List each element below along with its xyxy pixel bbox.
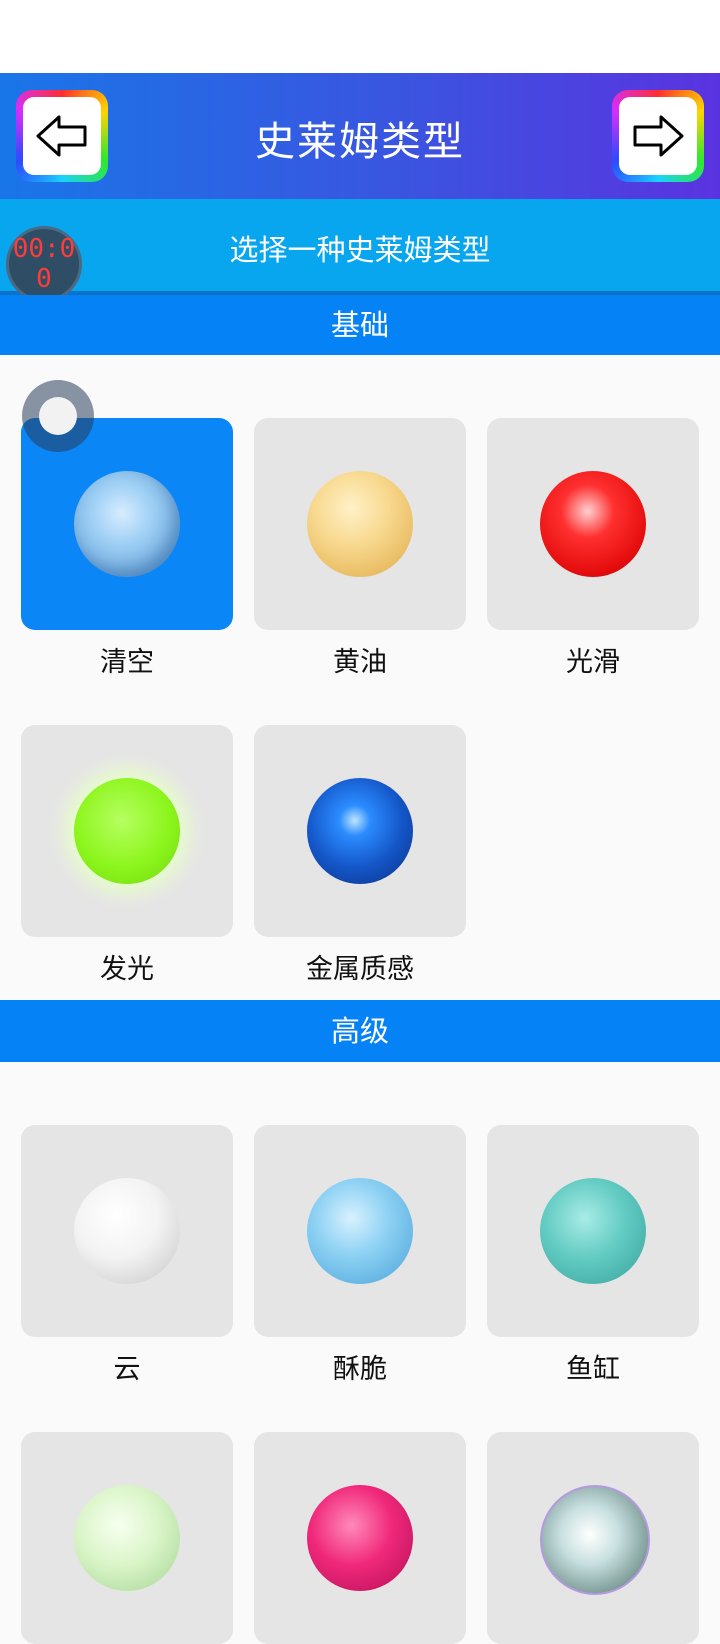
slime-ball-glow	[74, 778, 180, 884]
slime-label-metallic: 金属质感	[306, 954, 414, 985]
slime-ball-clear	[74, 471, 180, 577]
slime-ball-cloud	[74, 1178, 180, 1284]
timer-badge: 00:00	[6, 226, 82, 302]
page-title: 史莱姆类型	[255, 119, 465, 165]
slime-ball-glossy	[540, 471, 646, 577]
slime-type-crunchy[interactable]	[254, 1125, 466, 1337]
slime-type-glow[interactable]	[21, 725, 233, 937]
slime-ball-fishbowl	[540, 1178, 646, 1284]
forward-button[interactable]	[612, 90, 704, 182]
slime-type-fishbowl[interactable]	[487, 1125, 699, 1337]
section-header-basic: 基础	[0, 295, 720, 355]
slime-label-glow: 发光	[100, 954, 154, 985]
slime-label-glossy: 光滑	[566, 647, 620, 678]
status-bar	[0, 0, 720, 73]
slime-type-advanced-6[interactable]	[487, 1432, 699, 1644]
slime-label-fishbowl: 鱼缸	[566, 1354, 620, 1385]
instruction-text: 选择一种史莱姆类型	[229, 233, 491, 267]
section-header-advanced: 高级	[0, 1000, 720, 1062]
slime-ball-advanced-5	[307, 1485, 413, 1591]
arrow-left-icon	[36, 115, 87, 157]
arrow-right-icon	[633, 115, 684, 157]
slime-type-metallic[interactable]	[254, 725, 466, 937]
slime-type-cloud[interactable]	[21, 1125, 233, 1337]
slime-label-cloud: 云	[113, 1354, 141, 1385]
slime-label-crunchy: 酥脆	[333, 1354, 387, 1385]
instruction-bar: 选择一种史莱姆类型	[0, 199, 720, 297]
slime-type-advanced-4[interactable]	[21, 1432, 233, 1644]
slime-label-butter: 黄油	[333, 647, 387, 678]
slime-ball-butter	[307, 471, 413, 577]
slime-ball-metallic	[307, 778, 413, 884]
slime-type-glossy[interactable]	[487, 418, 699, 630]
header: 史莱姆类型	[0, 73, 720, 199]
slime-ball-crunchy	[307, 1178, 413, 1284]
slime-type-advanced-5[interactable]	[254, 1432, 466, 1644]
slime-type-butter[interactable]	[254, 418, 466, 630]
slime-label-clear: 清空	[100, 647, 154, 678]
slime-ball-advanced-6	[540, 1485, 650, 1595]
touch-indicator	[22, 380, 94, 452]
touch-indicator-dot	[39, 397, 77, 435]
slime-ball-advanced-4	[74, 1485, 180, 1591]
back-button[interactable]	[16, 90, 108, 182]
